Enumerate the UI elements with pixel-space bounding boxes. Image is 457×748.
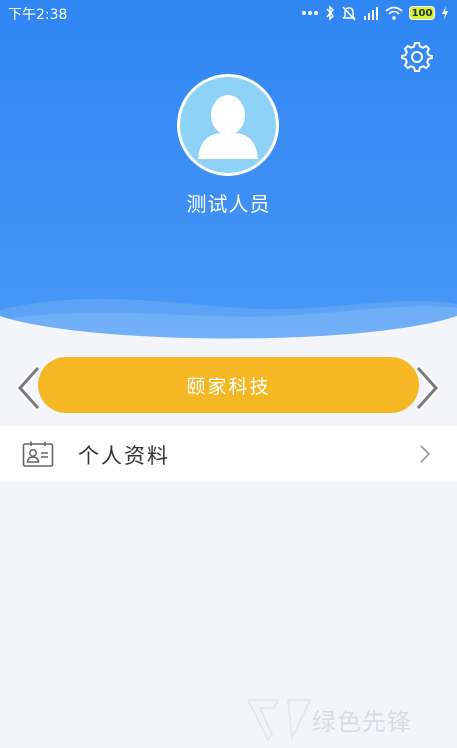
avatar[interactable] xyxy=(177,74,279,176)
company-selector[interactable]: 颐家科技 xyxy=(38,357,419,413)
signal-icon xyxy=(364,7,378,20)
user-silhouette-icon xyxy=(198,95,258,159)
status-bar: 下午2:38 100 xyxy=(0,0,457,26)
chevron-right-icon xyxy=(420,445,431,463)
id-card-icon xyxy=(22,441,54,467)
company-name: 颐家科技 xyxy=(186,375,271,398)
status-time: 下午2:38 xyxy=(8,7,68,23)
wifi-icon xyxy=(385,6,403,20)
settings-button[interactable] xyxy=(400,40,434,74)
watermark-text: 绿色先锋 xyxy=(312,708,412,736)
profile-name: 测试人员 xyxy=(186,192,271,216)
bluetooth-icon xyxy=(326,5,335,21)
menu-item-label: 个人资料 xyxy=(78,444,170,468)
silent-icon xyxy=(342,6,356,21)
profile-header: 下午2:38 100 测试人员 xyxy=(0,0,457,355)
dots-icon xyxy=(302,11,318,15)
status-icons: 100 xyxy=(301,4,449,22)
profile-screen: 下午2:38 100 测试人员 颐家科技 个人资料 绿色先锋 xyxy=(0,0,457,748)
gear-icon xyxy=(401,42,433,72)
header-wave xyxy=(0,298,457,355)
chevron-right-icon xyxy=(415,365,441,411)
menu-item-profile[interactable]: 个人资料 xyxy=(0,426,457,482)
next-company-button[interactable] xyxy=(412,365,442,411)
charging-icon xyxy=(442,6,448,20)
battery-icon: 100 xyxy=(409,6,435,20)
